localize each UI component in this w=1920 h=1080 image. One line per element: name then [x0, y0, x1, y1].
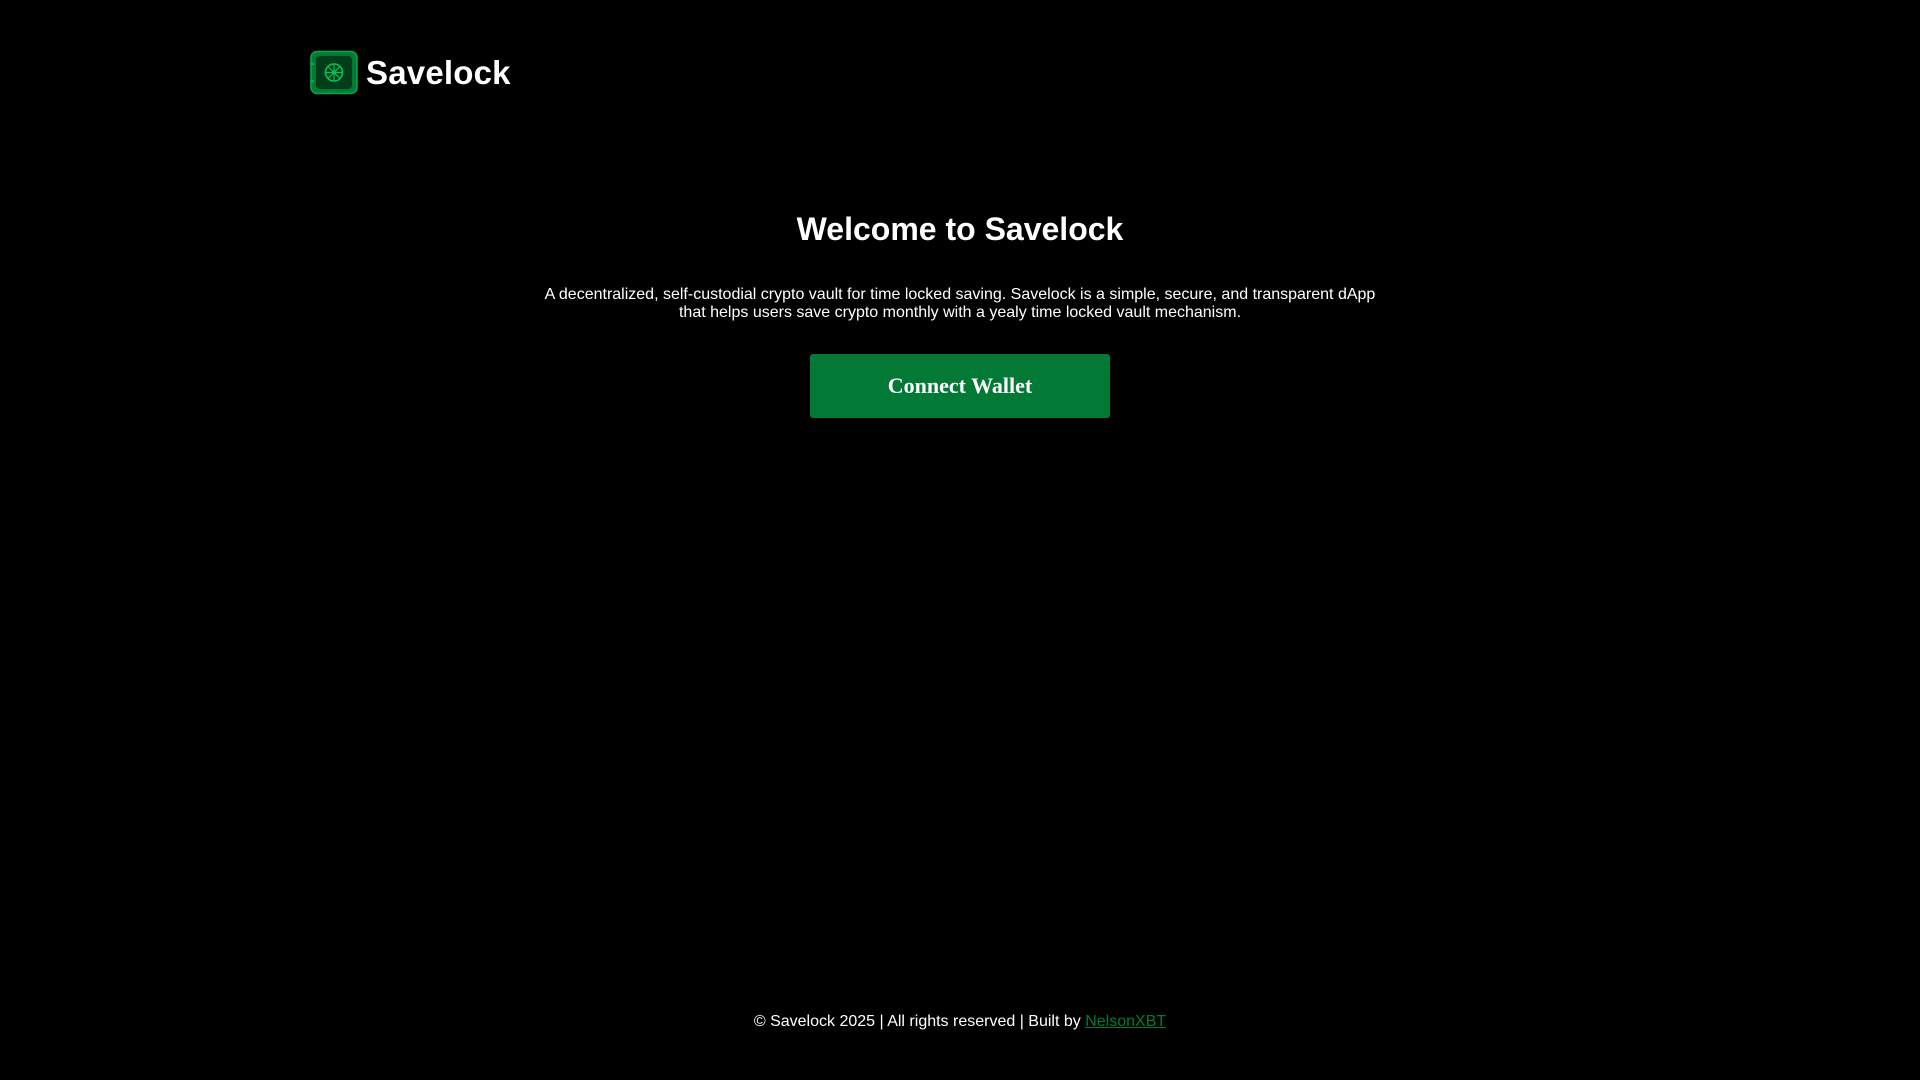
author-link[interactable]: NelsonXBT: [1085, 1013, 1166, 1030]
brand-name: Savelock: [366, 53, 511, 91]
connect-wallet-button[interactable]: Connect Wallet: [810, 354, 1110, 418]
header: Savelock: [309, 50, 511, 95]
hero-description: A decentralized, self-custodial crypto v…: [544, 286, 1376, 321]
vault-safe-icon: [309, 50, 359, 95]
footer-copyright: © Savelock 2025 | All rights reserved | …: [753, 1013, 1086, 1030]
page: Savelock Welcome to Savelock A decentral…: [0, 0, 1920, 1080]
hero-section: Welcome to Savelock A decentralized, sel…: [0, 200, 1920, 418]
footer: © Savelock 2025 | All rights reserved | …: [0, 1011, 1920, 1033]
page-title: Welcome to Savelock: [796, 211, 1124, 247]
